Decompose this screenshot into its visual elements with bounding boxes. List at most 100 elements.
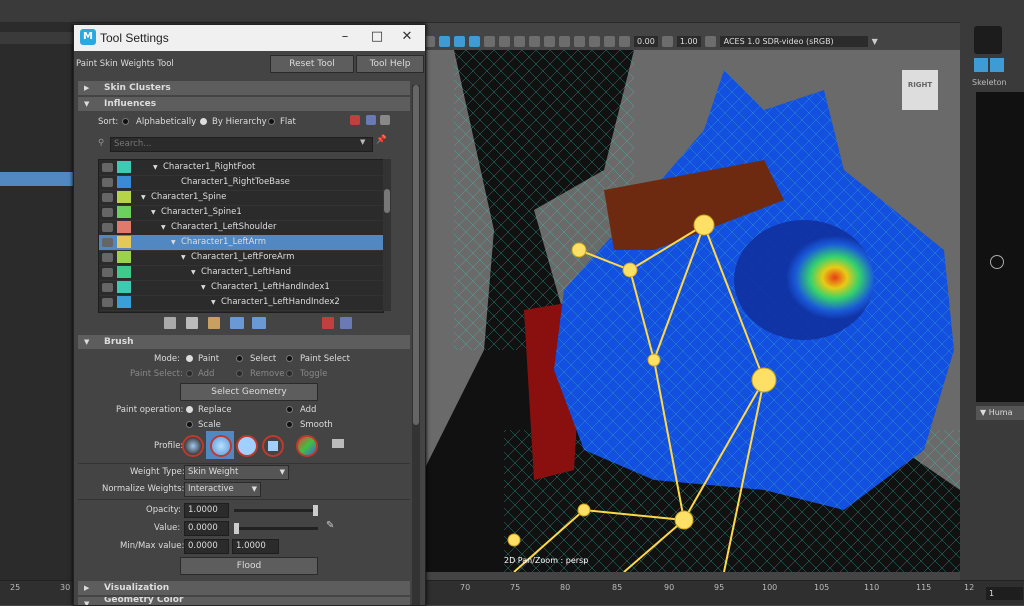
influence-row[interactable]: ▼ Character1_Spine [99, 190, 383, 206]
expand-arrow-icon[interactable]: ▼ [151, 209, 156, 216]
lock-toggle-icon[interactable] [102, 268, 113, 277]
ao-icon[interactable] [514, 35, 525, 47]
weight-type-dropdown[interactable]: Skin Weight ▼ [184, 465, 289, 480]
influence-color-swatch[interactable] [117, 266, 131, 278]
lock-toggle-icon[interactable] [102, 193, 113, 202]
expand-arrow-icon[interactable]: ▼ [201, 284, 206, 291]
max-value-field[interactable]: 1.0000 [232, 539, 279, 554]
influence-row[interactable]: Character1_RightToeBase [99, 175, 383, 191]
profile-image-icon[interactable] [296, 435, 318, 457]
maximize-icon[interactable]: □ [368, 29, 386, 45]
flood-button[interactable]: Flood [180, 557, 318, 575]
influence-row[interactable]: ▼ Character1_RightFoot [99, 160, 383, 176]
copy-weights-icon[interactable] [164, 317, 176, 329]
brush-section[interactable]: ▼ Brush [78, 335, 410, 349]
wireframe-icon[interactable] [439, 35, 450, 47]
sort-alphabetically-radio[interactable] [122, 118, 129, 125]
paste-weights-icon[interactable] [186, 317, 198, 329]
paint-select-toggle-radio[interactable] [286, 370, 293, 377]
mode-paint-select-radio[interactable] [286, 355, 293, 362]
op-smooth-radio[interactable] [286, 421, 293, 428]
influence-row[interactable]: ▼ Character1_LeftHandIndex1 [99, 280, 383, 296]
isolate-icon[interactable] [604, 35, 615, 47]
paint-select-add-radio[interactable] [186, 370, 193, 377]
influence-color-swatch[interactable] [117, 251, 131, 263]
list-icon[interactable] [366, 115, 376, 125]
opacity-field[interactable]: 1.0000 [184, 503, 229, 518]
influence-row[interactable]: ▼ Character1_LeftHandIndex2 [99, 295, 383, 311]
mode-select-radio[interactable] [236, 355, 243, 362]
influence-row[interactable]: ▼ Character1_Spine1 [99, 205, 383, 221]
opacity-slider[interactable] [234, 505, 318, 516]
expand-arrow-icon[interactable]: ▼ [191, 269, 196, 276]
skeleton-tool2-icon[interactable] [990, 58, 1004, 72]
exposure-field[interactable]: 1.00 [676, 35, 701, 47]
search-input[interactable]: Search... [110, 137, 373, 152]
opacity-slider-knob[interactable] [313, 505, 318, 516]
reset-tool-button[interactable]: Reset Tool [270, 55, 354, 73]
paint-select-remove-radio[interactable] [236, 370, 243, 377]
op-replace-radio[interactable] [186, 406, 193, 413]
tool-help-button[interactable]: Tool Help [356, 55, 424, 73]
lock-toggle-icon[interactable] [102, 238, 113, 247]
lock-toggle-icon[interactable] [102, 298, 113, 307]
influence-color-swatch[interactable] [117, 161, 131, 173]
expand-arrow-icon[interactable]: ▼ [171, 239, 176, 246]
tree-scrollbar[interactable] [383, 159, 391, 311]
outliner-row[interactable] [0, 32, 73, 44]
xray-joints-icon[interactable] [544, 35, 555, 47]
skeleton-tab[interactable]: Skeleton [972, 78, 1007, 87]
influence-row[interactable]: ▼ Character1_LeftShoulder [99, 220, 383, 236]
influence-row[interactable]: ▼ Character1_LeftArm [99, 235, 383, 251]
select-geometry-button[interactable]: Select Geometry [180, 383, 318, 401]
expand-arrow-icon[interactable]: ▼ [181, 254, 186, 261]
expand-all-icon[interactable] [340, 317, 352, 329]
expand-arrow-icon[interactable]: ▼ [211, 299, 216, 306]
title-bar[interactable]: M Tool Settings – □ ✕ [74, 25, 425, 51]
influences-section[interactable]: ▼ Influences [78, 97, 410, 111]
outliner-selected-row[interactable] [0, 172, 73, 186]
influence-color-swatch[interactable] [117, 191, 131, 203]
character-view[interactable] [976, 92, 1024, 402]
expand-arrow-icon[interactable]: ▼ [153, 164, 158, 171]
view-cube[interactable]: RIGHT [902, 70, 938, 110]
mode-paint-radio[interactable] [186, 355, 193, 362]
lock-list-icon[interactable] [380, 115, 390, 125]
profile-soft-icon[interactable] [210, 435, 232, 457]
scrollbar-thumb[interactable] [384, 189, 390, 213]
value-slider[interactable] [234, 523, 318, 534]
value-field[interactable]: 0.0000 [184, 521, 229, 536]
influence-row[interactable]: ▼ Character1_LeftForeArm [99, 250, 383, 266]
profile-square-icon[interactable] [262, 435, 284, 457]
minimize-icon[interactable]: – [336, 29, 354, 45]
move-weights-icon[interactable] [230, 317, 244, 329]
dropdown-circle-icon[interactable] [990, 255, 1004, 269]
influence-color-swatch[interactable] [117, 176, 131, 188]
op-add-radio[interactable] [286, 406, 293, 413]
influence-color-swatch[interactable] [117, 236, 131, 248]
close-icon[interactable]: ✕ [398, 29, 416, 45]
lock-toggle-icon[interactable] [102, 208, 113, 217]
influence-color-swatch[interactable] [117, 296, 131, 308]
profile-gaussian-icon[interactable] [182, 435, 204, 457]
textured-icon[interactable] [469, 35, 480, 47]
expand-arrow-icon[interactable]: ▼ [161, 224, 166, 231]
lights-icon[interactable] [484, 35, 495, 47]
normalize-weights-dropdown[interactable]: Interactive ▼ [184, 482, 261, 497]
pin-icon[interactable]: 📌 [376, 135, 387, 145]
lock-toggle-icon[interactable] [102, 178, 113, 187]
visualization-section[interactable]: ▶ Visualization [78, 581, 410, 595]
lock-toggle-icon[interactable] [102, 253, 113, 262]
influence-row[interactable]: ▼ Character1_LeftHand [99, 265, 383, 281]
xray-icon[interactable] [529, 35, 540, 47]
gamma-field[interactable]: 0.00 [634, 35, 658, 47]
skeleton-tool-icon[interactable] [974, 58, 988, 72]
gate-icon[interactable] [589, 35, 600, 47]
scrollbar-thumb[interactable] [413, 85, 419, 425]
skin-clusters-section[interactable]: ▶ Skin Clusters [78, 81, 410, 95]
op-scale-radio[interactable] [186, 421, 193, 428]
current-frame-field[interactable]: 1 [986, 587, 1023, 600]
collapse-all-icon[interactable] [322, 317, 334, 329]
profile-solid-icon[interactable] [236, 435, 258, 457]
smooth-shade-icon[interactable] [454, 35, 465, 47]
